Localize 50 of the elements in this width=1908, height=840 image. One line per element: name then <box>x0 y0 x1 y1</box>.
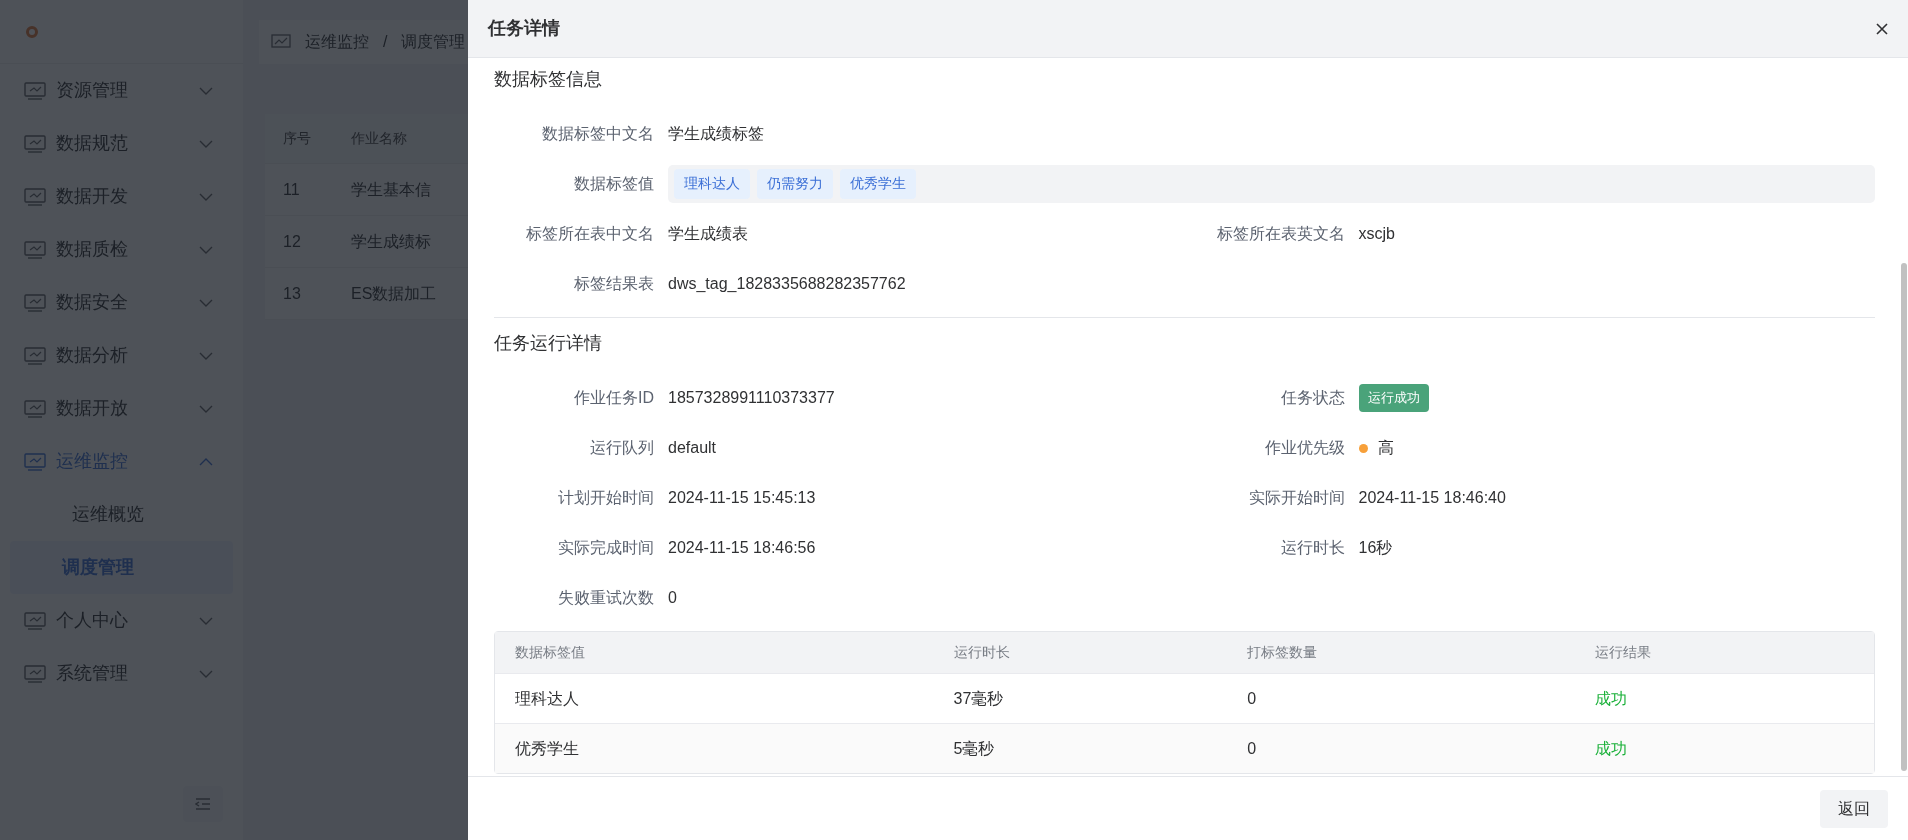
field-label: 任务状态 <box>1279 388 1345 408</box>
field-value: 2024-11-15 15:45:13 <box>668 488 816 508</box>
field-value: 学生成绩标签 <box>668 124 764 144</box>
result-status: 成功 <box>1593 688 1628 709</box>
field-value: xscjb <box>1358 224 1395 244</box>
status-badge: 运行成功 <box>1358 384 1429 412</box>
field-label: 标签所在表中文名 <box>525 224 654 244</box>
close-icon <box>1876 22 1888 35</box>
table-cell-text: 5毫秒 <box>952 738 996 759</box>
table-cell-text: 优秀学生 <box>514 738 580 759</box>
field-value: 0 <box>668 588 677 608</box>
table-cell-text: 37毫秒 <box>952 688 1005 709</box>
close-button[interactable] <box>1876 22 1888 35</box>
field-label: 标签结果表 <box>573 274 654 294</box>
field-value: 高 <box>1377 438 1394 458</box>
tag: 优秀学生 <box>840 168 916 200</box>
field-label: 数据标签中文名 <box>541 124 654 144</box>
back-button[interactable]: 返回 <box>1820 789 1888 828</box>
field-label: 实际开始时间 <box>1247 488 1345 508</box>
field-value: default <box>668 438 717 458</box>
result-status: 成功 <box>1593 738 1628 759</box>
field-value: 2024-11-15 18:46:40 <box>1358 488 1506 508</box>
scrollbar-thumb[interactable] <box>1901 263 1907 771</box>
column-header: 数据标签值 <box>514 643 586 662</box>
field-value: 16秒 <box>1358 538 1393 558</box>
field-label: 作业优先级 <box>1263 438 1345 458</box>
field-label: 运行队列 <box>589 438 654 458</box>
field-label: 失败重试次数 <box>557 588 654 608</box>
field-label: 实际完成时间 <box>557 538 654 558</box>
field-value: dws_tag_1828335688282357762 <box>668 274 906 294</box>
field-label: 运行时长 <box>1279 538 1345 558</box>
breadcrumb-separator: / <box>383 32 388 52</box>
column-header: 打标签数量 <box>1246 643 1319 662</box>
table-cell-text: 0 <box>1246 688 1258 709</box>
field-value: 2024-11-15 18:46:56 <box>668 538 816 558</box>
tag: 理科达人 <box>674 168 750 200</box>
field-label: 计划开始时间 <box>557 488 654 508</box>
column-header: 运行时长 <box>952 643 1011 662</box>
drawer-title: 任务详情 <box>488 17 561 40</box>
field-label: 作业任务ID <box>573 388 654 408</box>
table-cell-text: 理科达人 <box>514 688 580 709</box>
tag: 仍需努力 <box>757 168 833 200</box>
section-title: 数据标签信息 <box>494 68 603 91</box>
table-cell-text: 0 <box>1246 738 1258 759</box>
section-title: 任务运行详情 <box>494 332 603 355</box>
field-value: 学生成绩表 <box>668 224 748 244</box>
field-label: 标签所在表英文名 <box>1215 224 1345 244</box>
field-label: 数据标签值 <box>573 174 654 194</box>
column-header: 运行结果 <box>1593 643 1652 662</box>
field-value: 1857328991110373377 <box>668 388 835 408</box>
